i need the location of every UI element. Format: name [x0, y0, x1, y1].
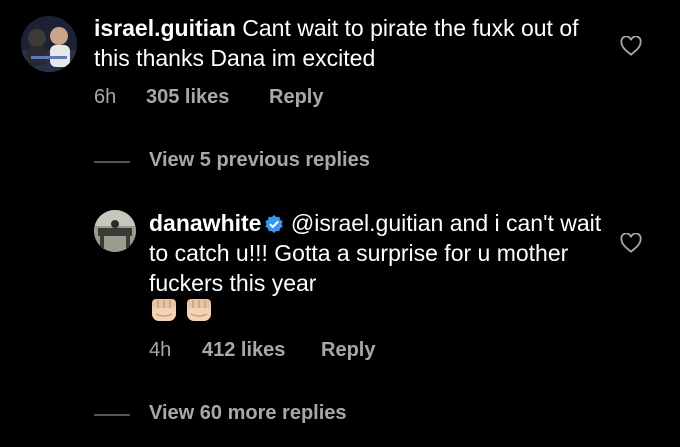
- reply-username[interactable]: danawhite: [149, 210, 261, 236]
- comment-body: israel.guitian Cant wait to pirate the f…: [94, 13, 614, 73]
- heart-outline-icon[interactable]: [620, 233, 642, 253]
- comment-reply-button[interactable]: Reply: [269, 86, 323, 109]
- reply-body: danawhite @israel.guitian and i can't wa…: [149, 208, 604, 298]
- replies-divider: [94, 161, 130, 163]
- reply-reply-button[interactable]: Reply: [321, 339, 375, 362]
- commenter-avatar[interactable]: [21, 16, 77, 72]
- heart-outline-icon[interactable]: [620, 36, 642, 56]
- comment-likes[interactable]: 305 likes: [146, 86, 229, 109]
- comment-time: 6h: [94, 86, 117, 108]
- comment-username[interactable]: israel.guitian: [94, 15, 236, 41]
- fist-bump-emoji: [152, 299, 176, 321]
- view-previous-replies-label[interactable]: View 5 previous replies: [149, 149, 370, 172]
- reply-mention[interactable]: @israel.guitian: [291, 210, 443, 236]
- user-avatar-photo-icon: [94, 210, 136, 252]
- replier-avatar[interactable]: [94, 210, 136, 252]
- user-avatar-photo-icon: [21, 16, 77, 72]
- view-more-replies-label[interactable]: View 60 more replies: [149, 402, 347, 425]
- fist-bump-emoji: [187, 299, 211, 321]
- replies-divider: [94, 414, 130, 416]
- reply-likes[interactable]: 412 likes: [202, 339, 285, 362]
- verified-badge-icon: [265, 215, 284, 233]
- reply-time: 4h: [149, 339, 172, 361]
